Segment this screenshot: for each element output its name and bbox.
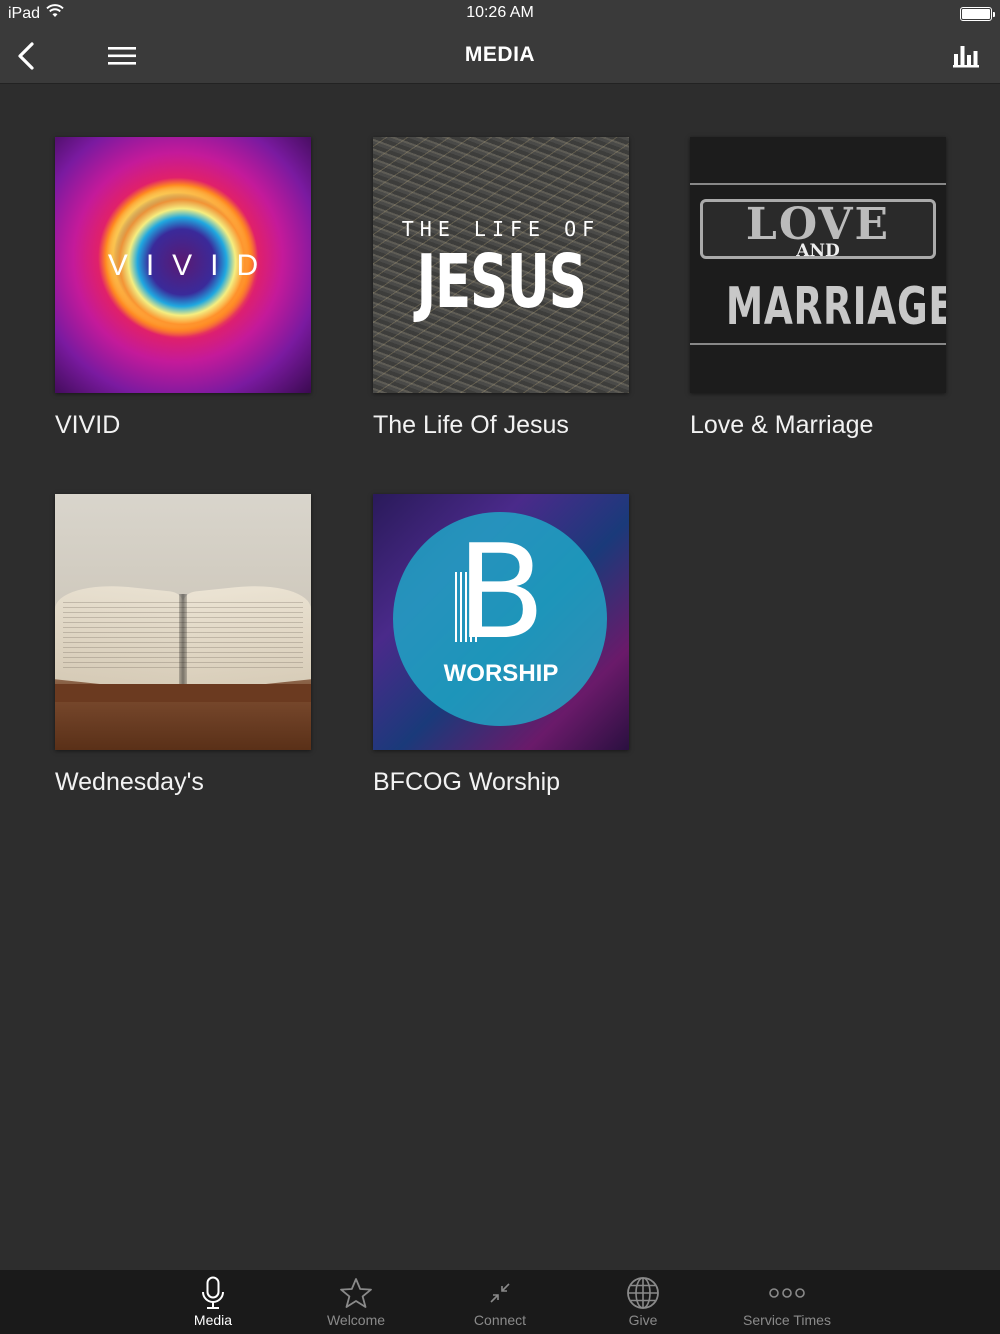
tab-label: Service Times bbox=[743, 1312, 831, 1328]
tab-welcome[interactable]: Welcome bbox=[296, 1270, 416, 1334]
tab-label: Welcome bbox=[326, 1312, 386, 1328]
book-cover bbox=[55, 684, 311, 702]
artwork-text: AND bbox=[796, 241, 840, 261]
media-item-wednesdays[interactable]: Wednesday's bbox=[55, 494, 315, 797]
media-item-vivid[interactable]: VIVID VIVID bbox=[55, 137, 315, 440]
tab-media[interactable]: Media bbox=[153, 1270, 273, 1334]
more-dots-icon bbox=[769, 1288, 805, 1298]
battery-icon bbox=[960, 7, 995, 21]
globe-icon bbox=[627, 1277, 659, 1309]
media-item-love-marriage[interactable]: LOVE AND MARRIAGE Love & Marriage bbox=[690, 137, 950, 440]
tab-label: Connect bbox=[473, 1312, 527, 1328]
artwork-text: VIVID bbox=[107, 249, 277, 282]
hamburger-icon bbox=[108, 47, 136, 65]
status-bar: iPad 10:26 AM bbox=[0, 0, 1000, 28]
artwork-text: WORSHIP bbox=[443, 660, 559, 687]
media-thumbnail: VIVID bbox=[55, 137, 311, 393]
media-item-life-of-jesus[interactable]: THE LIFE OF JESUS The Life Of Jesus bbox=[373, 137, 633, 440]
bar-chart-icon bbox=[953, 46, 979, 68]
tab-connect[interactable]: Connect bbox=[440, 1270, 560, 1334]
media-title: VIVID bbox=[55, 411, 121, 439]
media-thumbnail: THE LIFE OF JESUS bbox=[373, 137, 629, 393]
artwork-letter: B bbox=[456, 516, 546, 668]
tab-label: Media bbox=[193, 1312, 233, 1328]
book-spine bbox=[179, 594, 187, 694]
chevron-left-icon bbox=[18, 42, 34, 70]
menu-button[interactable] bbox=[102, 36, 142, 76]
divider bbox=[690, 343, 946, 345]
media-title: BFCOG Worship bbox=[373, 768, 561, 796]
divider bbox=[690, 183, 946, 185]
page-title: MEDIA bbox=[464, 43, 536, 66]
media-title: Wednesday's bbox=[55, 768, 204, 796]
media-title: Love & Marriage bbox=[690, 411, 874, 439]
media-thumbnail bbox=[55, 494, 311, 750]
back-button[interactable] bbox=[6, 36, 46, 76]
artwork-text: JESUS bbox=[416, 239, 586, 325]
artwork-text: MARRIAGE bbox=[725, 277, 946, 337]
media-title: The Life Of Jesus bbox=[373, 411, 569, 439]
tab-service-times[interactable]: Service Times bbox=[727, 1270, 847, 1334]
tab-label: Give bbox=[628, 1312, 658, 1328]
nav-bar: MEDIA bbox=[0, 28, 1000, 84]
status-time: 10:26 AM bbox=[466, 4, 534, 21]
connect-arrows-icon bbox=[490, 1283, 510, 1303]
artwork-text: THE LIFE OF bbox=[401, 217, 601, 241]
media-thumbnail: LOVE AND MARRIAGE bbox=[690, 137, 946, 393]
tab-give[interactable]: Give bbox=[583, 1270, 703, 1334]
media-item-bfcog-worship[interactable]: B WORSHIP BFCOG Worship bbox=[373, 494, 633, 797]
media-thumbnail: B WORSHIP bbox=[373, 494, 629, 750]
media-grid: VIVID VIVID THE LIFE OF JESUS The Life O… bbox=[0, 84, 1000, 1270]
star-icon bbox=[340, 1278, 372, 1308]
microphone-icon bbox=[202, 1276, 224, 1309]
stats-button[interactable] bbox=[946, 36, 986, 76]
tab-bar: Media Welcome Connect Give Service Times bbox=[0, 1270, 1000, 1334]
